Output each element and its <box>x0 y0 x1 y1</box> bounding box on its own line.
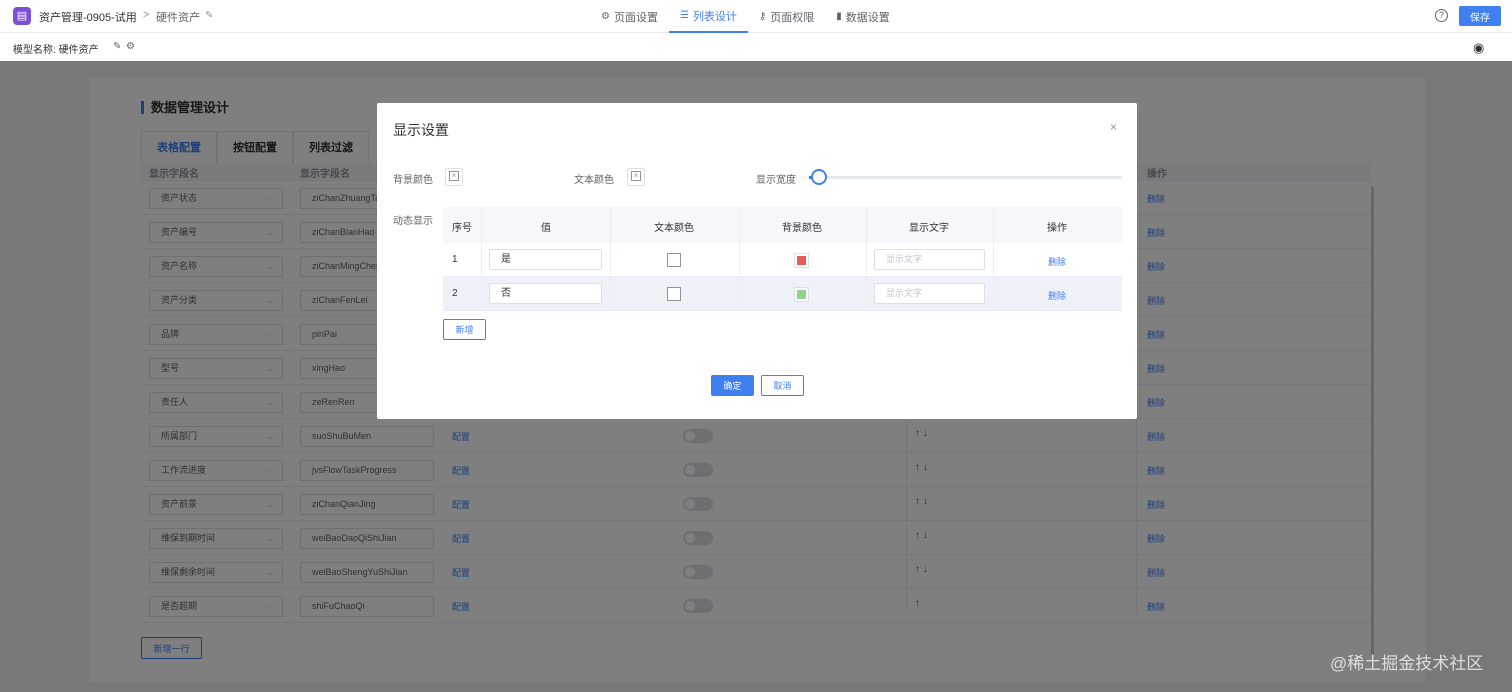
column-divider <box>481 207 482 311</box>
top-bar: ▤ 资产管理-0905-试用 > 硬件资产 ✎ ⚙ 页面设置 ☰ 列表设计 ⚷ 页面权… <box>0 0 1512 33</box>
tab-label: 页面权限 <box>770 11 815 24</box>
delete-link[interactable]: 删除 <box>1048 255 1066 268</box>
dynamic-row: 1 是 显示文字 删除 <box>443 243 1122 277</box>
key-icon: ⚷ <box>758 11 767 22</box>
display-width-label: 显示宽度 <box>756 175 796 186</box>
text-color-picker[interactable]: × <box>627 168 645 186</box>
breadcrumb-separator-icon: > <box>143 9 150 21</box>
model-name-label: 模型名称: 硬件资产 <box>13 41 99 56</box>
bg-color-picker[interactable]: × <box>445 168 463 186</box>
dynamic-row: 2 否 显示文字 删除 <box>443 277 1122 311</box>
width-slider-handle[interactable] <box>811 169 827 185</box>
model-name-value: 硬件资产 <box>58 45 99 56</box>
text-color-swatch[interactable] <box>667 253 681 267</box>
save-button[interactable]: 保存 <box>1459 6 1501 26</box>
settings-icon[interactable]: ⚙ <box>126 41 135 52</box>
row-number: 2 <box>452 288 458 299</box>
tab-label: 页面设置 <box>613 11 658 24</box>
add-dynamic-row-button[interactable]: 新增 <box>443 319 486 340</box>
value-input[interactable]: 否 <box>489 283 602 304</box>
cancel-button[interactable]: 取消 <box>761 375 804 396</box>
bg-color-swatch[interactable] <box>794 253 809 268</box>
delete-link[interactable]: 删除 <box>1048 289 1066 302</box>
dynamic-table-header: 序号 值 文本颜色 背景颜色 显示文字 操作 <box>443 207 1122 243</box>
close-icon[interactable]: × <box>1110 120 1117 134</box>
column-divider <box>866 207 867 311</box>
watermark: @稀土掘金技术社区 <box>1330 654 1484 673</box>
tab-label: 列表设计 <box>692 10 737 23</box>
text-color-label: 文本颜色 <box>574 175 614 186</box>
display-settings-dialog: 显示设置 × 背景颜色 × 文本颜色 × 显示宽度 动态显示 序号 值 文本颜色… <box>377 103 1137 419</box>
column-divider <box>739 207 740 311</box>
header-bg-color: 背景颜色 <box>782 223 822 234</box>
tab-label: 数据设置 <box>845 11 890 24</box>
row-number: 1 <box>452 254 458 265</box>
edit-page-name-icon[interactable]: ✎ <box>205 10 213 21</box>
header-no: 序号 <box>452 223 472 234</box>
list-icon: ☰ <box>679 10 689 21</box>
dynamic-display-label: 动态显示 <box>393 216 433 227</box>
color-swatch-fill <box>797 256 806 265</box>
model-label-text: 模型名称: <box>13 45 56 56</box>
column-divider <box>993 207 994 311</box>
header-text-color: 文本颜色 <box>654 223 694 234</box>
value-input[interactable]: 是 <box>489 249 602 270</box>
bg-color-swatch[interactable] <box>794 287 809 302</box>
tab-page-permissions[interactable]: ⚷ 页面权限 <box>748 0 825 33</box>
model-bar: 模型名称: 硬件资产 ✎ ⚙ ◉ <box>0 33 1512 61</box>
tab-data-settings[interactable]: ▮ 数据设置 <box>825 0 901 33</box>
tab-page-settings[interactable]: ⚙ 页面设置 <box>590 0 669 33</box>
gear-icon: ⚙ <box>601 11 610 22</box>
edit-icon[interactable]: ✎ <box>113 41 121 52</box>
help-icon[interactable]: ? <box>1435 9 1448 22</box>
header-action: 操作 <box>1047 223 1067 234</box>
width-slider-track[interactable] <box>809 176 1122 179</box>
dialog-title: 显示设置 <box>393 122 449 138</box>
preview-eye-icon[interactable]: ◉ <box>1473 40 1484 56</box>
confirm-button[interactable]: 确定 <box>711 375 754 396</box>
top-nav: ⚙ 页面设置 ☰ 列表设计 ⚷ 页面权限 ▮ 数据设置 <box>590 0 901 33</box>
column-divider <box>610 207 611 311</box>
header-value: 值 <box>541 223 551 234</box>
breadcrumb-page: 硬件资产 <box>156 12 200 24</box>
color-swatch-fill <box>797 290 806 299</box>
display-text-input[interactable]: 显示文字 <box>874 249 985 270</box>
app-logo-icon: ▤ <box>13 7 31 25</box>
bg-color-label: 背景颜色 <box>393 175 433 186</box>
breadcrumb-app[interactable]: 资产管理-0905-试用 <box>39 9 137 25</box>
empty-color-icon: × <box>449 171 459 182</box>
header-display-text: 显示文字 <box>909 223 949 234</box>
bar-chart-icon: ▮ <box>836 11 842 22</box>
display-text-input[interactable]: 显示文字 <box>874 283 985 304</box>
empty-color-icon: × <box>631 171 641 182</box>
text-color-swatch[interactable] <box>667 287 681 301</box>
tab-list-design[interactable]: ☰ 列表设计 <box>668 0 748 33</box>
